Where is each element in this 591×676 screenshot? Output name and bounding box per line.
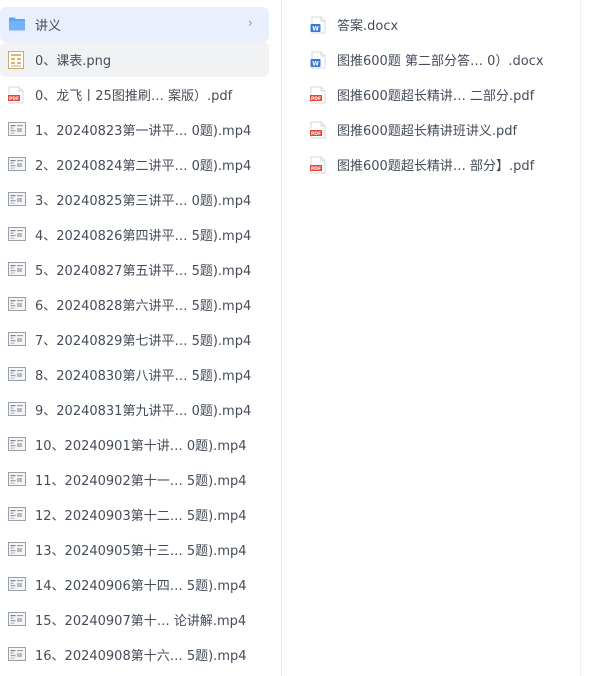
left-item[interactable]: 8、20240830第八讲平… 5题).mp4 [0,357,269,392]
video-thumbnail-icon [8,611,26,629]
file-name: 图推600题超长精讲… 二部分.pdf [337,89,535,104]
file-name: 13、20240905第十三… 5题).mp4 [35,544,247,559]
video-thumbnail-icon [8,436,26,454]
file-name: 4、20240826第四讲平… 5题).mp4 [35,229,252,244]
video-thumbnail-icon [8,401,26,419]
folder-icon [8,16,26,34]
video-thumbnail-icon [8,506,26,524]
image-file-icon [8,50,26,69]
file-name: 2、20240824第二讲平… 0题).mp4 [35,159,252,174]
file-name: 11、20240902第十一… 5题).mp4 [35,474,247,489]
column-divider [281,0,282,676]
right-item[interactable]: W 图推600题 第二部分答… 0）.docx [300,42,570,77]
left-item[interactable]: 6、20240828第六讲平… 5题).mp4 [0,287,269,322]
video-thumbnail-icon [8,156,26,174]
left-item[interactable]: 2、20240824第二讲平… 0题).mp4 [0,147,269,182]
video-thumbnail-icon [8,541,26,559]
file-name: 图推600题超长精讲班讲义.pdf [337,124,518,139]
word-file-icon: W [310,51,328,69]
column-divider-right [580,0,581,676]
video-thumbnail-icon [8,296,26,314]
file-name: 6、20240828第六讲平… 5题).mp4 [35,299,252,314]
pdf-file-icon: PDF [310,86,328,104]
pdf-file-icon: PDF [310,156,328,174]
video-thumbnail-icon [8,331,26,349]
file-name: 5、20240827第五讲平… 5题).mp4 [35,264,252,279]
video-thumbnail-icon [8,261,26,279]
left-item[interactable]: 4、20240826第四讲平… 5题).mp4 [0,217,269,252]
right-item[interactable]: PDF 图推600题超长精讲… 部分】.pdf [300,147,570,182]
file-name: 8、20240830第八讲平… 5题).mp4 [35,369,252,384]
left-item[interactable]: 3、20240825第三讲平… 0题).mp4 [0,182,269,217]
file-name: 10、20240901第十讲… 0题).mp4 [35,439,247,454]
left-item[interactable]: PDF 0、龙飞丨25图推刷… 案版）.pdf [0,77,269,112]
video-thumbnail-icon [8,471,26,489]
left-item[interactable]: 10、20240901第十讲… 0题).mp4 [0,427,269,462]
video-thumbnail-icon [8,366,26,384]
video-thumbnail-icon [8,121,26,139]
file-name: 14、20240906第十四… 5题).mp4 [35,579,247,594]
file-name: 16、20240908第十六… 5题).mp4 [35,649,247,664]
video-thumbnail-icon [8,646,26,664]
left-item[interactable]: 0、课表.png [0,42,269,77]
right-item[interactable]: PDF 图推600题超长精讲班讲义.pdf [300,112,570,147]
left-item[interactable]: 14、20240906第十四… 5题).mp4 [0,567,269,602]
file-name: 0、龙飞丨25图推刷… 案版）.pdf [35,89,233,104]
file-name: 15、20240907第十… 论讲解.mp4 [35,614,247,629]
svg-text:PDF: PDF [311,166,321,172]
svg-text:W: W [312,25,319,32]
chevron-right-icon: › [247,16,253,31]
svg-text:PDF: PDF [311,96,321,102]
left-item[interactable]: 13、20240905第十三… 5题).mp4 [0,532,269,567]
left-item[interactable]: 15、20240907第十… 论讲解.mp4 [0,602,269,637]
pdf-file-icon: PDF [310,121,328,139]
file-name: 图推600题超长精讲… 部分】.pdf [337,159,535,174]
left-item[interactable]: 16、20240908第十六… 5题).mp4 [0,637,269,672]
word-file-icon: W [310,16,328,34]
file-name: 3、20240825第三讲平… 0题).mp4 [35,194,252,209]
file-name: 7、20240829第七讲平… 5题).mp4 [35,334,252,349]
video-thumbnail-icon [8,191,26,209]
file-name: 讲义 [35,19,62,34]
svg-text:W: W [312,60,319,67]
file-name: 12、20240903第十二… 5题).mp4 [35,509,247,524]
svg-text:PDF: PDF [9,96,19,102]
file-name: 9、20240831第九讲平… 0题).mp4 [35,404,252,419]
left-item[interactable]: 5、20240827第五讲平… 5题).mp4 [0,252,269,287]
video-thumbnail-icon [8,226,26,244]
right-item[interactable]: W 答案.docx [300,7,570,42]
pdf-file-icon: PDF [8,86,26,104]
svg-text:PDF: PDF [311,131,321,137]
left-item[interactable]: 12、20240903第十二… 5题).mp4 [0,497,269,532]
left-item[interactable]: 讲义 › [0,7,269,42]
file-name: 0、课表.png [35,54,112,69]
file-name: 1、20240823第一讲平… 0题).mp4 [35,124,252,139]
right-item[interactable]: PDF 图推600题超长精讲… 二部分.pdf [300,77,570,112]
left-item[interactable]: 1、20240823第一讲平… 0题).mp4 [0,112,269,147]
left-item[interactable]: 9、20240831第九讲平… 0题).mp4 [0,392,269,427]
left-item[interactable]: 7、20240829第七讲平… 5题).mp4 [0,322,269,357]
file-name: 答案.docx [337,19,399,34]
file-name: 图推600题 第二部分答… 0）.docx [337,54,544,69]
left-item[interactable]: 11、20240902第十一… 5题).mp4 [0,462,269,497]
video-thumbnail-icon [8,576,26,594]
